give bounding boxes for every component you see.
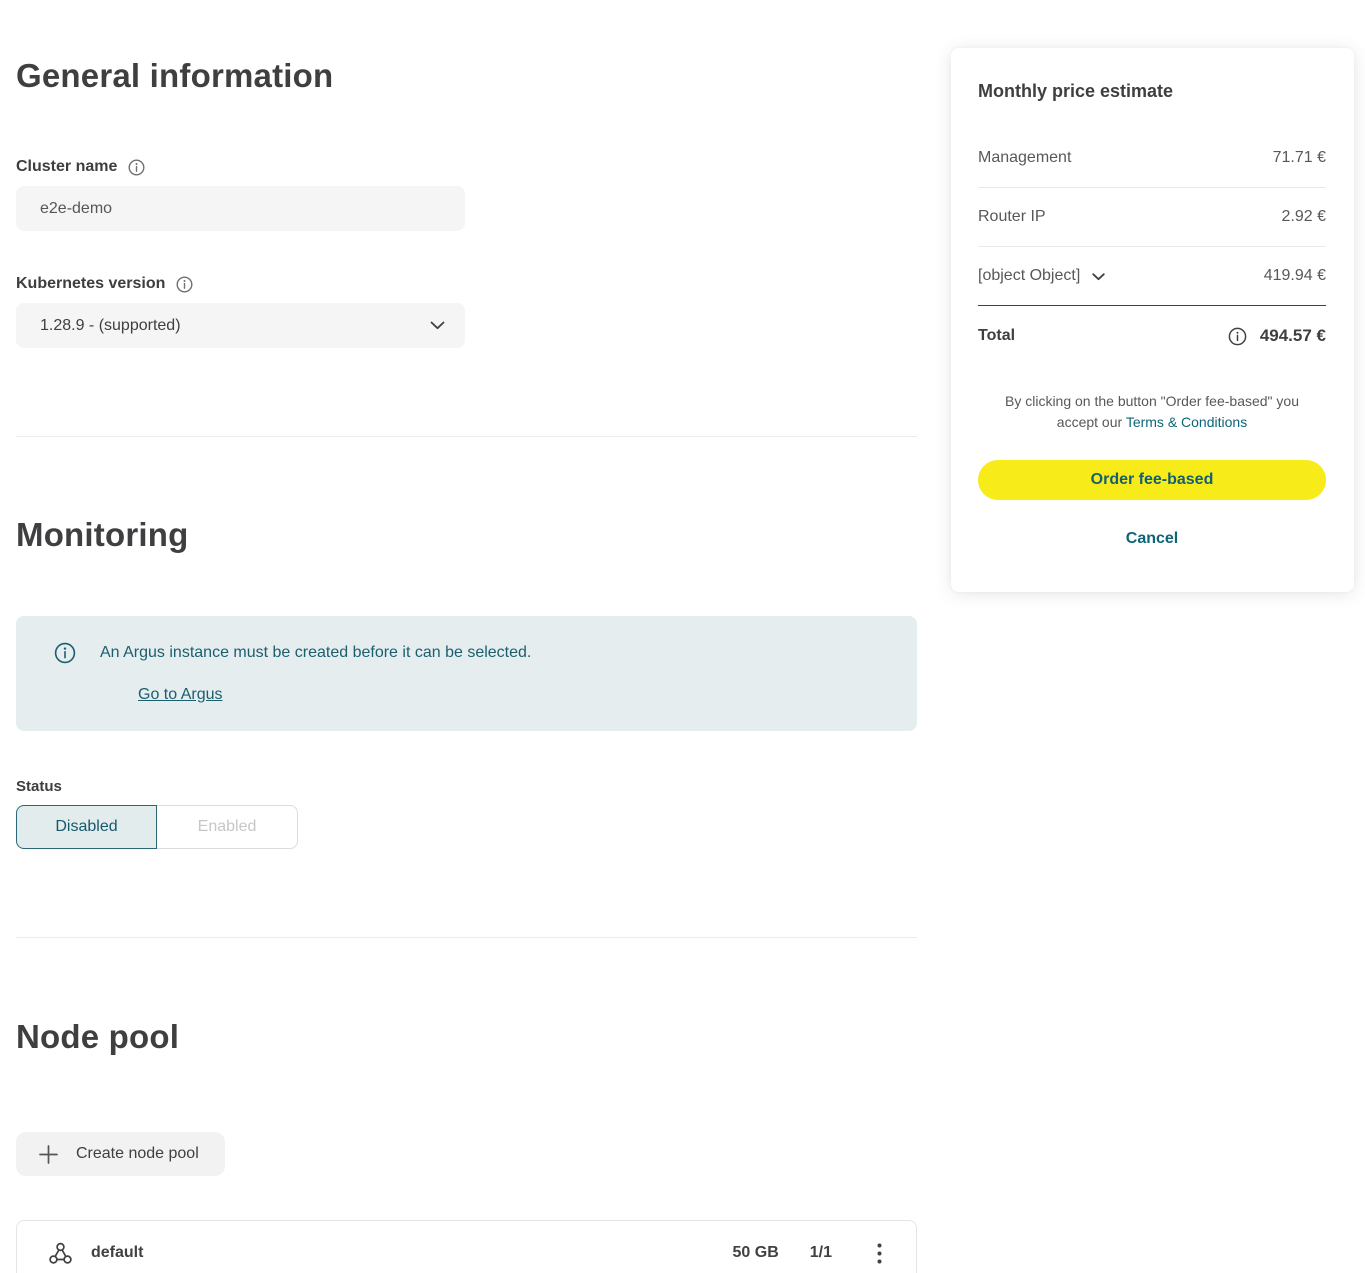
kubernetes-version-label-row: Kubernetes version xyxy=(16,274,917,294)
cancel-button[interactable]: Cancel xyxy=(978,528,1326,550)
kubernetes-version-value: 1.28.9 - (supported) xyxy=(40,317,181,335)
price-row-management: Management 71.71 € xyxy=(978,129,1326,188)
alert-message-row: An Argus instance must be created before… xyxy=(54,642,887,664)
status-toggle: Disabled Enabled xyxy=(16,805,917,849)
cluster-create-page: General information Cluster name Kuberne… xyxy=(0,0,1365,1273)
price-total-row: Total 494.57 € xyxy=(978,306,1326,366)
alert-message: An Argus instance must be created before… xyxy=(100,642,531,663)
price-row-router-ip: Router IP 2.92 € xyxy=(978,188,1326,247)
price-row-label-text: [object Object] xyxy=(978,267,1080,285)
status-option-enabled[interactable]: Enabled xyxy=(157,805,298,849)
info-icon[interactable] xyxy=(176,276,193,293)
terms-and-conditions-link[interactable]: Terms & Conditions xyxy=(1126,414,1247,430)
price-row-node-pool: [object Object] 419.94 € xyxy=(978,247,1326,306)
go-to-argus-link[interactable]: Go to Argus xyxy=(138,686,223,704)
status-label: Status xyxy=(16,778,917,796)
order-fee-based-button[interactable]: Order fee-based xyxy=(978,460,1326,500)
price-row-label: Management xyxy=(978,149,1071,167)
node-pool-row[interactable]: default 50 GB 1/1 xyxy=(16,1220,917,1273)
total-label: Total xyxy=(978,327,1015,345)
price-row-label: Router IP xyxy=(978,208,1046,226)
cluster-form: General information Cluster name Kuberne… xyxy=(16,0,917,1273)
price-row-value: 419.94 € xyxy=(1264,267,1326,285)
section-divider xyxy=(16,436,917,437)
section-divider xyxy=(16,937,917,938)
price-rows: Management 71.71 € Router IP 2.92 € [obj… xyxy=(978,129,1326,306)
price-row-value: 71.71 € xyxy=(1273,149,1326,167)
create-node-pool-label: Create node pool xyxy=(76,1145,199,1163)
price-card-title: Monthly price estimate xyxy=(978,80,1326,102)
chevron-down-icon[interactable] xyxy=(1092,271,1105,281)
node-pool-name: default xyxy=(91,1244,143,1262)
plus-icon xyxy=(38,1144,59,1165)
argus-info-alert: An Argus instance must be created before… xyxy=(16,616,917,731)
total-right: 494.57 € xyxy=(1228,326,1326,346)
node-pool-icon xyxy=(47,1240,74,1267)
chevron-down-icon xyxy=(430,321,445,330)
terms-text: By clicking on the button "Order fee-bas… xyxy=(1002,391,1302,433)
kebab-icon xyxy=(877,1243,882,1264)
kubernetes-version-select[interactable]: 1.28.9 - (supported) xyxy=(16,303,465,348)
node-pool-menu-button[interactable] xyxy=(873,1239,886,1268)
section-title-monitoring: Monitoring xyxy=(16,515,917,555)
info-icon xyxy=(54,642,76,664)
info-icon[interactable] xyxy=(1228,327,1247,346)
price-row-value: 2.92 € xyxy=(1282,208,1326,226)
monthly-price-estimate-card: Monthly price estimate Management 71.71 … xyxy=(951,48,1354,592)
node-pool-node-count: 1/1 xyxy=(810,1244,832,1262)
cluster-name-label-row: Cluster name xyxy=(16,157,917,177)
create-node-pool-button[interactable]: Create node pool xyxy=(16,1132,225,1176)
total-value: 494.57 € xyxy=(1260,326,1326,346)
cluster-name-input[interactable] xyxy=(16,186,465,231)
cluster-name-label: Cluster name xyxy=(16,158,117,176)
node-pool-size: 50 GB xyxy=(733,1244,779,1262)
kubernetes-version-label: Kubernetes version xyxy=(16,275,165,293)
section-title-node-pool: Node pool xyxy=(16,1017,917,1057)
info-icon[interactable] xyxy=(128,159,145,176)
node-pool-row-content: default 50 GB 1/1 xyxy=(47,1233,886,1273)
price-row-label: [object Object] xyxy=(978,267,1105,285)
section-title-general: General information xyxy=(16,56,917,96)
status-option-disabled[interactable]: Disabled xyxy=(16,805,157,849)
